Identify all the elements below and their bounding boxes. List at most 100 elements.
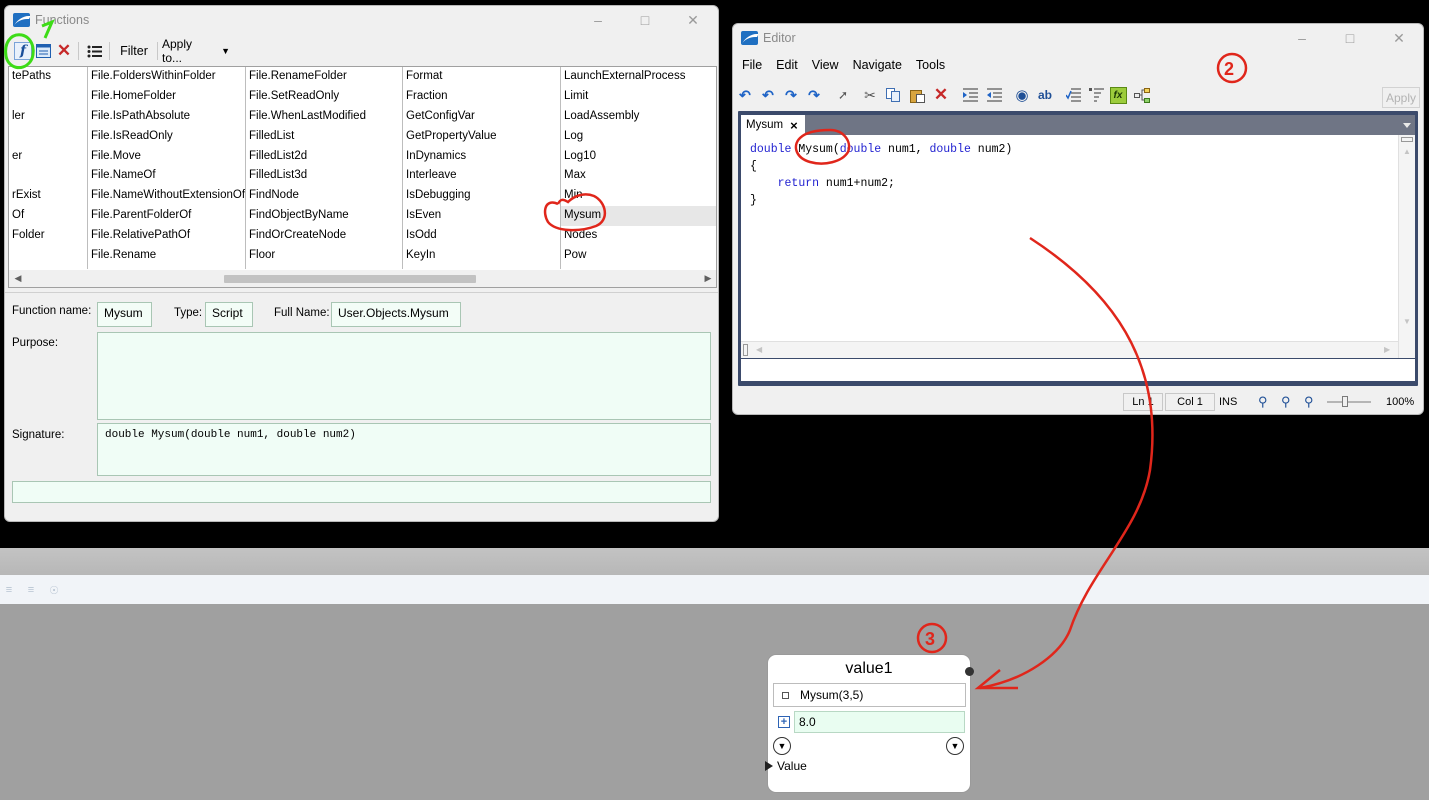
menu-edit[interactable]: Edit [776, 58, 798, 72]
editor-horizontal-scrollbar[interactable]: ◀ ▶ [741, 341, 1398, 358]
function-item[interactable]: KeyIn [403, 246, 560, 266]
redo-icon[interactable]: ↷ [782, 86, 800, 104]
scroll-right-icon[interactable]: ▶ [1384, 345, 1390, 354]
menu-navigate[interactable]: Navigate [853, 58, 902, 72]
expression-field[interactable]: Mysum(3,5) [773, 683, 966, 707]
zoom-icon[interactable]: ⚲ [1258, 394, 1268, 410]
splitter-handle[interactable] [743, 344, 748, 356]
comment-icon[interactable] [1064, 86, 1082, 104]
pin-icon[interactable]: ☉ [47, 583, 61, 597]
function-item[interactable]: File.FoldersWithinFolder [88, 67, 245, 87]
maximize-button[interactable]: □ [622, 6, 668, 34]
function-item[interactable]: Pow [561, 246, 716, 266]
function-item[interactable]: Nodes [561, 226, 716, 246]
scroll-thumb[interactable] [224, 275, 476, 283]
filter-button[interactable]: Filter [114, 40, 154, 62]
zoom-in-icon[interactable]: ⚲ [1281, 394, 1291, 410]
function-item[interactable] [9, 246, 87, 266]
function-item[interactable]: Limit [561, 87, 716, 107]
function-item[interactable]: LaunchExternalProcess [561, 67, 716, 87]
copy-icon[interactable] [884, 86, 902, 104]
apply-button[interactable]: Apply [1382, 87, 1420, 108]
scroll-left-icon[interactable]: ◀ [756, 345, 762, 354]
output-arrow-icon[interactable] [765, 761, 773, 771]
outdent-icon[interactable] [985, 86, 1003, 104]
replace-icon[interactable]: ab [1036, 86, 1054, 104]
function-item[interactable]: LoadAssembly [561, 107, 716, 127]
function-item[interactable]: File.RelativePathOf [88, 226, 245, 246]
zoom-slider-thumb[interactable] [1342, 396, 1348, 407]
function-item[interactable]: File.Rename [88, 246, 245, 266]
function-item[interactable]: Format [403, 67, 560, 87]
editor-output-pane[interactable] [741, 359, 1415, 381]
maximize-button[interactable]: □ [1327, 24, 1373, 52]
close-button[interactable]: ✕ [670, 6, 716, 34]
expand-plus-icon[interactable]: + [778, 716, 790, 728]
function-item[interactable]: Floor [246, 246, 402, 266]
editor-vertical-scrollbar[interactable]: ▲ ▼ [1398, 135, 1415, 358]
undo-all-icon[interactable]: ↶ [736, 86, 754, 104]
type-field[interactable]: Script [205, 302, 253, 327]
tab-dropdown-icon[interactable] [1403, 123, 1411, 128]
function-item[interactable]: File.RenameFolder [246, 67, 402, 87]
function-item[interactable]: tePaths [9, 67, 87, 87]
editor-titlebar[interactable]: Editor – □ ✕ [733, 24, 1423, 52]
function-item[interactable]: Log10 [561, 147, 716, 167]
full-name-field[interactable]: User.Objects.Mysum [331, 302, 461, 327]
function-item[interactable]: er [9, 147, 87, 167]
code-editor[interactable]: double Mysum(double num1, double num2) {… [741, 135, 1415, 358]
select-pointer-icon[interactable]: ➚ [834, 86, 852, 104]
function-name-field[interactable]: Mysum [97, 302, 152, 327]
scroll-down-icon[interactable]: ▼ [1403, 317, 1411, 326]
undo-icon[interactable]: ↶ [759, 86, 777, 104]
find-binoculars-icon[interactable]: ◉ [1013, 86, 1031, 104]
close-tab-icon[interactable]: × [790, 118, 798, 133]
value-field[interactable]: 8.0 [794, 711, 965, 733]
zoom-slider-track[interactable] [1327, 401, 1371, 403]
delete-x-icon[interactable]: ✕ [932, 85, 950, 104]
function-item[interactable]: File.SetReadOnly [246, 87, 402, 107]
function-item[interactable]: GetPropertyValue [403, 127, 560, 147]
redo-all-icon[interactable]: ↷ [805, 86, 823, 104]
scroll-left-icon[interactable]: ◀ [11, 271, 25, 285]
scroll-up-icon[interactable]: ▲ [1403, 147, 1411, 156]
function-item[interactable] [9, 166, 87, 186]
splitter-handle[interactable] [1401, 137, 1413, 142]
list-view-button[interactable] [84, 40, 104, 62]
function-item[interactable] [9, 87, 87, 107]
functions-titlebar[interactable]: Functions – □ ✕ [5, 6, 718, 34]
indent-icon[interactable] [961, 86, 979, 104]
delete-function-button[interactable]: ✕ [55, 40, 73, 62]
insert-function-icon[interactable]: fx [1109, 86, 1127, 104]
function-item[interactable]: FindNode [246, 186, 402, 206]
code-text[interactable]: double Mysum(double num1, double num2) {… [750, 141, 1012, 209]
edit-function-button[interactable] [34, 40, 52, 62]
function-item[interactable]: IsDebugging [403, 186, 560, 206]
paste-icon[interactable] [908, 86, 926, 104]
function-item[interactable]: Fraction [403, 87, 560, 107]
graph-canvas[interactable] [0, 604, 1429, 800]
function-item[interactable]: Log [561, 127, 716, 147]
function-item[interactable]: Interleave [403, 166, 560, 186]
minimize-button[interactable]: – [1279, 24, 1325, 52]
arrange-icon[interactable]: ≡ [24, 583, 38, 597]
menu-file[interactable]: File [742, 58, 762, 72]
function-item[interactable] [9, 127, 87, 147]
function-item[interactable]: FilledList3d [246, 166, 402, 186]
menu-tools[interactable]: Tools [916, 58, 945, 72]
signature-field[interactable]: double Mysum(double num1, double num2) [97, 423, 711, 476]
function-item[interactable]: File.HomeFolder [88, 87, 245, 107]
function-item[interactable]: Max [561, 166, 716, 186]
function-item[interactable]: IsEven [403, 206, 560, 226]
function-item[interactable]: File.Move [88, 147, 245, 167]
function-item[interactable]: File.WhenLastModified [246, 107, 402, 127]
function-item[interactable]: FilledList2d [246, 147, 402, 167]
function-item-selected[interactable]: Mysum [561, 206, 716, 227]
function-item[interactable]: GetConfigVar [403, 107, 560, 127]
uncomment-icon[interactable] [1087, 86, 1105, 104]
purpose-field[interactable] [97, 332, 711, 420]
menu-view[interactable]: View [812, 58, 839, 72]
function-item[interactable]: File.IsPathAbsolute [88, 107, 245, 127]
zoom-out-icon[interactable]: ⚲ [1304, 394, 1314, 410]
tab-mysum[interactable]: Mysum × [741, 115, 805, 135]
